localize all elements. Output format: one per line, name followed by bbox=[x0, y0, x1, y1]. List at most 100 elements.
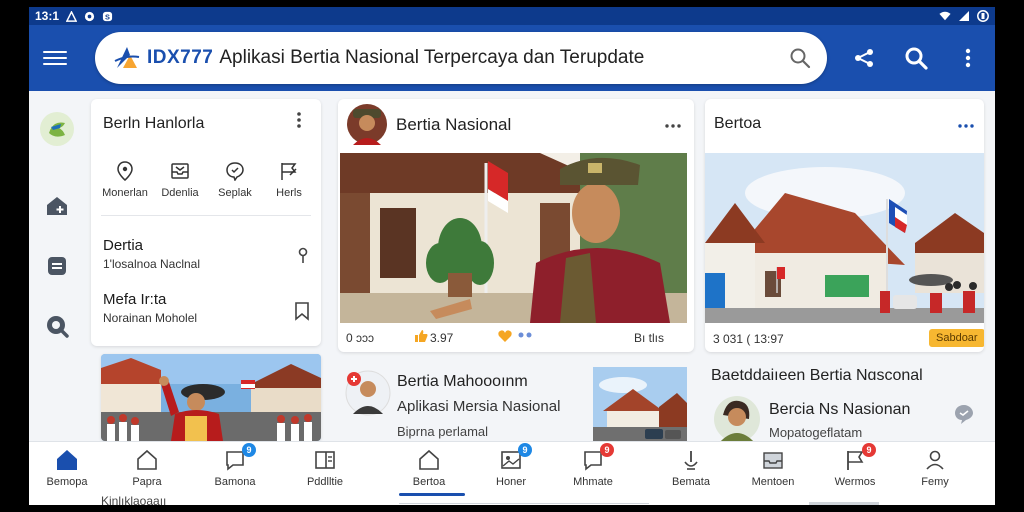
chip-label: Herls bbox=[276, 187, 302, 199]
thumbs-up-icon[interactable] bbox=[414, 329, 428, 343]
brand: IDX777 Aplikasi Bertia Nasional Terperca… bbox=[113, 44, 644, 72]
more-horizontal-icon[interactable] bbox=[664, 112, 682, 133]
more-vertical-icon[interactable] bbox=[955, 45, 981, 71]
nav-item-wermos[interactable]: 9 Wermos bbox=[819, 443, 891, 488]
home-icon bbox=[55, 448, 79, 472]
house-outline-icon bbox=[135, 448, 159, 472]
main-news-image bbox=[340, 153, 687, 323]
notification-badge: 9 bbox=[600, 443, 614, 457]
search-app-icon[interactable] bbox=[903, 45, 929, 71]
nav-label: Bemopa bbox=[46, 476, 88, 488]
nav-item-bemata[interactable]: Bemata bbox=[655, 448, 727, 488]
author-avatar bbox=[347, 104, 387, 145]
list-item[interactable]: Mefa Ir:ta Norainan Moholel bbox=[91, 279, 321, 329]
chip-ddenlia[interactable]: Ddenlia bbox=[154, 161, 206, 199]
split-panel-icon bbox=[313, 448, 337, 472]
search-rail-icon[interactable] bbox=[42, 311, 72, 341]
article-excerpt: Biprna perlamal bbox=[397, 424, 489, 439]
nav-item-honer[interactable]: 9 Honer bbox=[475, 443, 547, 488]
more-horizontal-icon[interactable] bbox=[957, 112, 975, 133]
right-card-title: Bertoa bbox=[714, 115, 762, 132]
app-screen: 13:1 S IDX777 Aplikasi Bertia Nasional T… bbox=[29, 7, 995, 505]
category-badge[interactable]: Sabdoar bbox=[929, 329, 984, 347]
nav-item-mhmate[interactable]: 9 Mhmate bbox=[557, 443, 629, 488]
share-icon[interactable] bbox=[851, 45, 877, 71]
chat-icon: 9 bbox=[223, 443, 256, 472]
dots-indicator-icon bbox=[518, 332, 532, 338]
right-news-image bbox=[705, 153, 984, 323]
notification-badge: 9 bbox=[242, 443, 256, 457]
status-bar: 13:1 S bbox=[29, 7, 995, 25]
list-item-subtitle: Norainan Moholel bbox=[103, 311, 198, 325]
app-bar: IDX777 Aplikasi Bertia Nasional Terperca… bbox=[29, 25, 995, 91]
article-subtitle: Aplikasi Mersia Nasional bbox=[397, 398, 561, 415]
flag-icon: 9 bbox=[843, 443, 876, 472]
home-indicator bbox=[809, 502, 879, 505]
comment-icon[interactable] bbox=[953, 403, 975, 425]
nav-item-bamona[interactable]: 9 Bamona bbox=[199, 443, 271, 488]
nav-label: Honer bbox=[496, 476, 526, 488]
card-tail-text: Bı tlıs bbox=[634, 331, 665, 345]
wifi-icon bbox=[939, 10, 951, 22]
nav-item-femy[interactable]: Femy bbox=[899, 448, 971, 488]
item-title: Bercia Ns Nasionan bbox=[769, 401, 911, 418]
left-card-title: Berln Hanlorla bbox=[103, 115, 205, 132]
notification-badge: 9 bbox=[518, 443, 532, 457]
search-icon[interactable] bbox=[789, 47, 811, 69]
document-icon[interactable] bbox=[42, 251, 72, 281]
status-time: 13:1 bbox=[35, 9, 60, 23]
views-count: 0 ɔɔɔ bbox=[346, 331, 375, 345]
nav-item-pddlltie[interactable]: Pddlltie bbox=[289, 448, 361, 488]
nav-item-papra[interactable]: Papra bbox=[111, 448, 183, 488]
list-item-subtitle: 1'losalnoa Naclnal bbox=[103, 257, 201, 271]
item-avatar bbox=[714, 396, 760, 443]
news-image bbox=[101, 354, 321, 441]
battery-icon bbox=[977, 10, 989, 22]
nav-item-bertoa[interactable]: Bertoa bbox=[393, 448, 465, 488]
nav-item-bemopa[interactable]: Bemopa bbox=[31, 448, 103, 488]
list-item[interactable]: Dertia 1'losalnoa Naclnal bbox=[91, 227, 321, 277]
menu-button[interactable] bbox=[43, 47, 67, 69]
list-item-article[interactable]: Bertia Mahoooınm Aplikasi Mersia Nasiona… bbox=[341, 362, 701, 445]
more-vertical-icon[interactable] bbox=[297, 111, 301, 134]
list-item-title: Dertia bbox=[103, 237, 144, 254]
brand-logo-icon bbox=[114, 47, 140, 68]
chip-monerlan[interactable]: Monerlan bbox=[99, 161, 151, 199]
main-news-card[interactable]: Bertia Nasional 0 ɔɔɔ 3.97 Bı tlıs bbox=[338, 99, 694, 352]
likes-count: 3.97 bbox=[430, 331, 454, 345]
app-tagline: Aplikasi Bertia Nasional Terpercaya dan … bbox=[219, 47, 645, 68]
inbox-icon bbox=[761, 448, 785, 472]
list-item-national[interactable]: Bercia Ns Nasionan Mopatogeflatam bbox=[711, 393, 981, 443]
chip-herls[interactable]: Herls bbox=[263, 161, 315, 199]
divider bbox=[101, 215, 311, 216]
news-thumbnail-crowd[interactable] bbox=[101, 354, 321, 441]
chip-seplak[interactable]: Seplak bbox=[209, 161, 261, 199]
signal-icon bbox=[958, 10, 970, 22]
chat-icon: 9 bbox=[581, 443, 614, 472]
bookmark-icon[interactable] bbox=[294, 301, 310, 321]
active-tab-indicator bbox=[399, 493, 465, 496]
peek-text: Kinlıklaoaaıı bbox=[101, 494, 167, 505]
bottom-nav: Bemopa Papra 9 Bamona Pddlltie Bertoa 9 … bbox=[29, 441, 995, 505]
flag-edit-icon bbox=[281, 163, 297, 180]
notification-badge: 9 bbox=[862, 443, 876, 457]
warning-icon bbox=[65, 10, 77, 22]
main-card-title: Bertia Nasional bbox=[396, 115, 512, 134]
nav-label: Mhmate bbox=[573, 476, 613, 488]
item-subtitle: Mopatogeflatam bbox=[769, 425, 863, 440]
search-bar[interactable]: IDX777 Aplikasi Bertia Nasional Terperca… bbox=[95, 32, 827, 84]
nav-item-mentoen[interactable]: Mentoen bbox=[737, 448, 809, 488]
nav-label: Bamona bbox=[214, 476, 256, 488]
chip-label: Seplak bbox=[218, 187, 252, 199]
home-plus-icon[interactable] bbox=[42, 191, 72, 221]
nav-label: Bertoa bbox=[412, 476, 446, 488]
svg-text:S: S bbox=[105, 12, 110, 21]
profile-avatar-icon[interactable] bbox=[39, 111, 75, 147]
pin-icon[interactable] bbox=[297, 247, 309, 265]
inbox-icon bbox=[171, 163, 189, 179]
right-news-card[interactable]: Bertoa 3 031 (13:97 Sabdoar bbox=[705, 99, 984, 352]
mic-icon bbox=[679, 448, 703, 472]
heart-icon[interactable] bbox=[498, 329, 512, 343]
brand-code: IDX777 bbox=[147, 47, 214, 68]
chat-bubble-icon bbox=[226, 162, 244, 181]
